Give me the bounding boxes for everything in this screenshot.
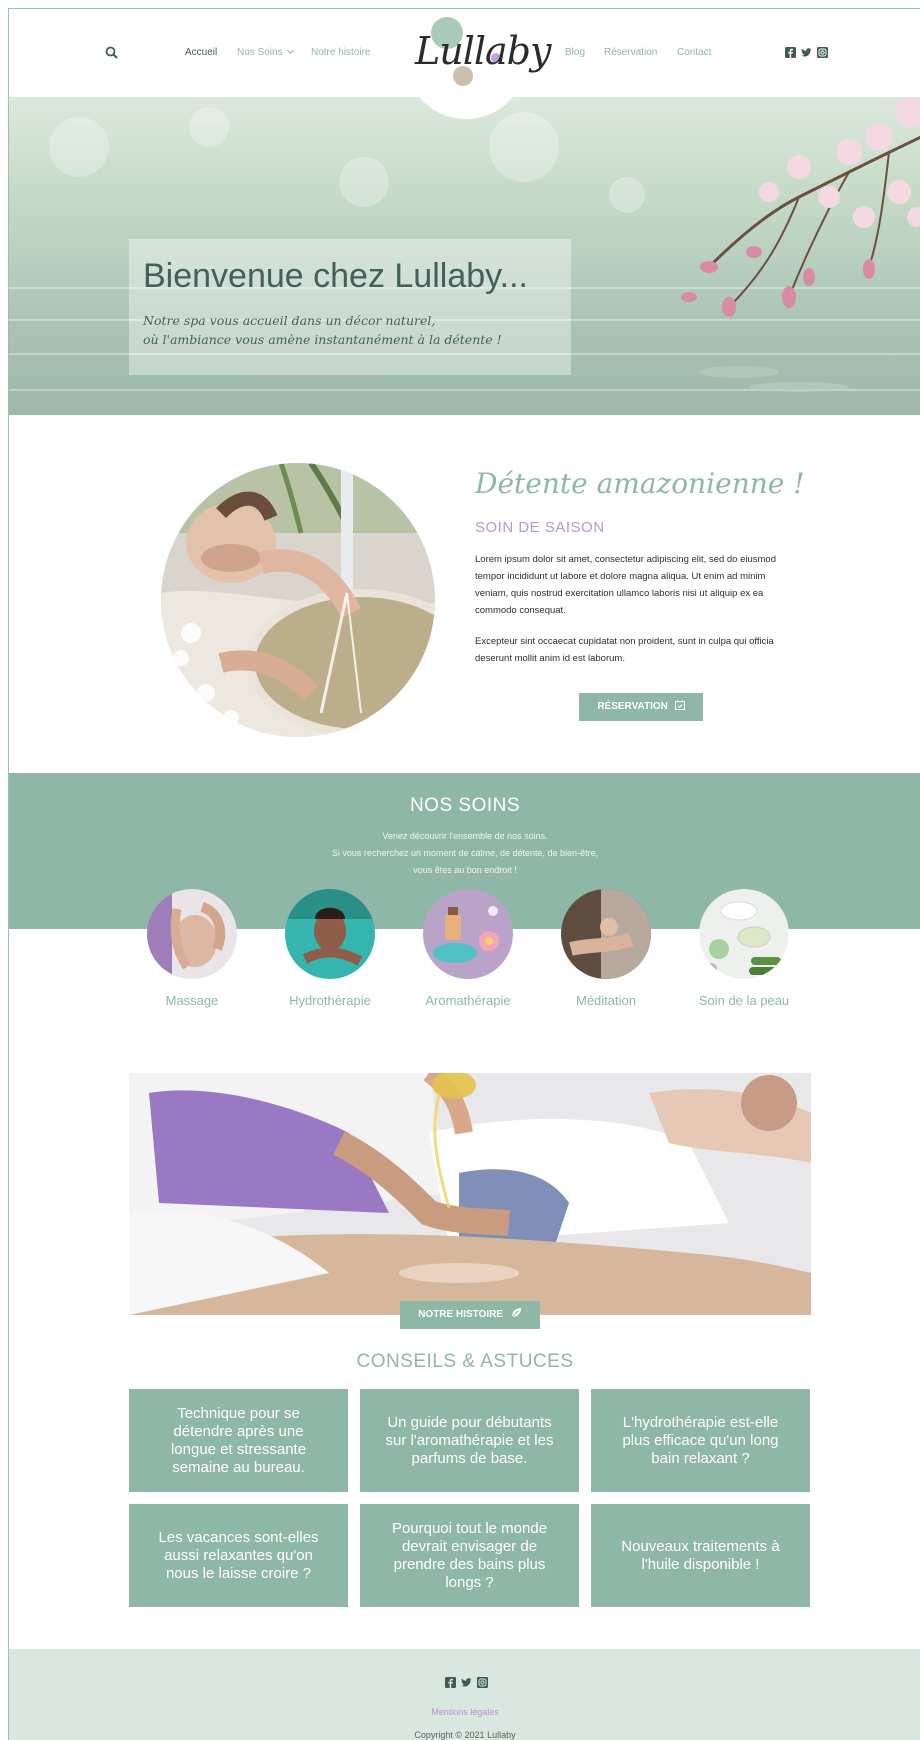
- soin-massage-image[interactable]: [147, 889, 237, 979]
- seasonal-paragraph-2: Excepteur sint occaecat cupidatat non pr…: [475, 636, 774, 664]
- conseils-title: CONSEILS & ASTUCES: [356, 1351, 574, 1372]
- soin-hydrotherapie-label[interactable]: Hydrothérapie: [260, 993, 400, 1008]
- conseil-card[interactable]: Les vacances sont-elles aussi relaxantes…: [129, 1504, 348, 1607]
- facebook-icon[interactable]: [445, 1677, 456, 1688]
- twitter-icon[interactable]: [461, 1677, 472, 1688]
- conseil-card-text: Nouveaux traitements à l'huile disponibl…: [621, 1537, 780, 1573]
- search-icon[interactable]: [104, 45, 120, 61]
- bokeh-light: [489, 112, 559, 182]
- conseil-card[interactable]: Pourquoi tout le monde devrait envisager…: [360, 1504, 579, 1607]
- mentions-legales-link[interactable]: Mentions légales: [9, 1707, 920, 1717]
- hero-subtitle-line2: où l'ambiance vous amène instantanément …: [143, 332, 502, 347]
- facebook-icon[interactable]: [785, 47, 796, 58]
- calendar-check-icon: [674, 700, 685, 710]
- page-frame: Accueil Nos Soins Notre histoire Lullaby…: [8, 8, 920, 1740]
- nos-soins-title: NOS SOINS: [409, 795, 521, 816]
- cherry-blossom-branch: [681, 97, 920, 392]
- reservation-button[interactable]: RÉSERVATION: [579, 693, 703, 721]
- twitter-icon[interactable]: [801, 47, 812, 58]
- nav-accueil[interactable]: Accueil: [185, 47, 217, 58]
- seasonal-image: [161, 463, 435, 737]
- site-header: Accueil Nos Soins Notre histoire Lullaby…: [9, 9, 920, 119]
- conseil-card-text: L'hydrothérapie est-elle plus efficace q…: [622, 1413, 779, 1467]
- site-footer: Mentions légales Copyright © 2021 Lullab…: [9, 1649, 920, 1740]
- soin-meditation-label[interactable]: Méditation: [536, 993, 676, 1008]
- bokeh-light: [49, 117, 109, 177]
- chevron-down-icon: [286, 46, 294, 55]
- copyright-text: Copyright © 2021 Lullaby: [414, 1730, 516, 1740]
- conseil-card[interactable]: Technique pour se détendre après une lon…: [129, 1389, 348, 1492]
- instagram-icon[interactable]: [477, 1677, 488, 1688]
- conseil-card-text: Pourquoi tout le monde devrait envisager…: [391, 1519, 548, 1591]
- bokeh-light: [189, 107, 229, 147]
- notre-histoire-button-label: NOTRE HISTOIRE: [418, 1309, 504, 1320]
- seasonal-title: Détente amazonienne !: [475, 467, 805, 500]
- hero-banner: Bienvenue chez Lullaby... Notre spa vous…: [9, 97, 920, 415]
- soin-meditation-image[interactable]: [561, 889, 651, 979]
- soin-hydrotherapie-image[interactable]: [285, 889, 375, 979]
- nav-notre-histoire[interactable]: Notre histoire: [311, 47, 370, 58]
- bokeh-light: [609, 177, 645, 213]
- hero-subtitle: Notre spa vous accueil dans un décor nat…: [143, 311, 502, 349]
- logo-text: Lullaby: [415, 29, 551, 73]
- conseil-card-text: Technique pour se détendre après une lon…: [170, 1404, 307, 1476]
- nav-contact[interactable]: Contact: [677, 47, 711, 58]
- leaf-icon: [511, 1308, 521, 1318]
- seasonal-subtitle: SOIN DE SAISON: [475, 519, 605, 536]
- nav-blog[interactable]: Blog: [565, 47, 585, 58]
- conseil-card-text: Les vacances sont-elles aussi relaxantes…: [158, 1528, 319, 1582]
- hero-title: Bienvenue chez Lullaby...: [143, 257, 528, 295]
- conseil-card[interactable]: Un guide pour débutants sur l'aromathéra…: [360, 1389, 579, 1492]
- conseil-card[interactable]: L'hydrothérapie est-elle plus efficace q…: [591, 1389, 810, 1492]
- nav-nos-soins[interactable]: Nos Soins: [237, 46, 294, 58]
- nos-soins-intro-1: Venez découvrir l'ensemble de nos soins.: [382, 831, 548, 841]
- notre-histoire-button[interactable]: NOTRE HISTOIRE: [400, 1301, 540, 1329]
- seasonal-paragraph-1: Lorem ipsum dolor sit amet, consectetur …: [475, 554, 776, 616]
- soin-de-la-peau-image[interactable]: [699, 889, 789, 979]
- soin-de-la-peau-label[interactable]: Soin de la peau: [674, 993, 814, 1008]
- instagram-icon[interactable]: [817, 47, 828, 58]
- hero-subtitle-line1: Notre spa vous accueil dans un décor nat…: [143, 313, 436, 328]
- conseil-card[interactable]: Nouveaux traitements à l'huile disponibl…: [591, 1504, 810, 1607]
- conseil-card-text: Un guide pour débutants sur l'aromathéra…: [385, 1413, 554, 1467]
- nav-reservation[interactable]: Réservation: [604, 47, 657, 58]
- nos-soins-intro-3: vous êtes au bon endroit !: [413, 865, 517, 875]
- soin-aromatherapie-image[interactable]: [423, 889, 513, 979]
- reservation-button-label: RÉSERVATION: [597, 701, 668, 712]
- soin-aromatherapie-label[interactable]: Aromathérapie: [398, 993, 538, 1008]
- soin-massage-label[interactable]: Massage: [122, 993, 262, 1008]
- bokeh-light: [339, 157, 389, 207]
- nav-nos-soins-label: Nos Soins: [237, 47, 283, 58]
- hero-textbox: Bienvenue chez Lullaby... Notre spa vous…: [129, 239, 571, 375]
- massage-oil-image: [129, 1073, 811, 1315]
- nos-soins-intro-2: Si vous recherchez un moment de calme, d…: [331, 848, 599, 858]
